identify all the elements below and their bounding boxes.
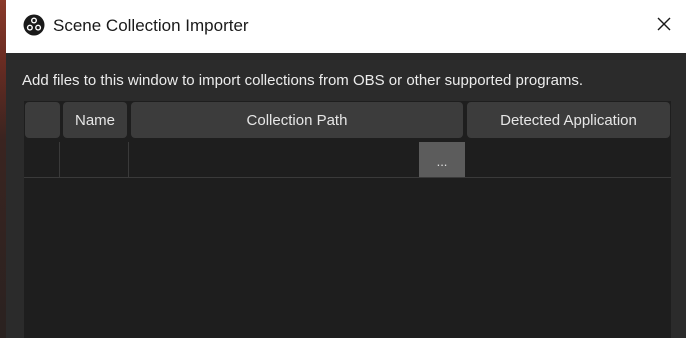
import-table[interactable]: Name Collection Path Detected Applicatio…	[24, 101, 671, 338]
row-collection-path-cell[interactable]	[129, 142, 418, 177]
import-description: Add files to this window to import colle…	[22, 72, 584, 89]
row-name-cell[interactable]	[60, 142, 129, 177]
column-header-collection-path[interactable]: Collection Path	[131, 102, 463, 138]
title-bar[interactable]: Scene Collection Importer	[6, 0, 686, 53]
close-button[interactable]	[642, 8, 686, 44]
dialog-content: Add files to this window to import colle…	[6, 53, 686, 338]
window-title: Scene Collection Importer	[53, 16, 249, 35]
column-header-name[interactable]: Name	[63, 102, 127, 138]
obs-logo-icon	[23, 14, 45, 36]
browse-button[interactable]: ...	[419, 142, 465, 177]
close-icon	[656, 16, 672, 37]
row-checkbox-cell[interactable]	[24, 142, 60, 177]
column-header-checkbox[interactable]	[25, 102, 60, 138]
scene-collection-importer-window: Scene Collection Importer Add files to t…	[0, 0, 686, 338]
table-row[interactable]: ...	[24, 142, 671, 178]
row-detected-application-cell	[466, 142, 671, 177]
column-header-detected-application[interactable]: Detected Application	[467, 102, 670, 138]
table-empty-area[interactable]	[24, 178, 671, 338]
